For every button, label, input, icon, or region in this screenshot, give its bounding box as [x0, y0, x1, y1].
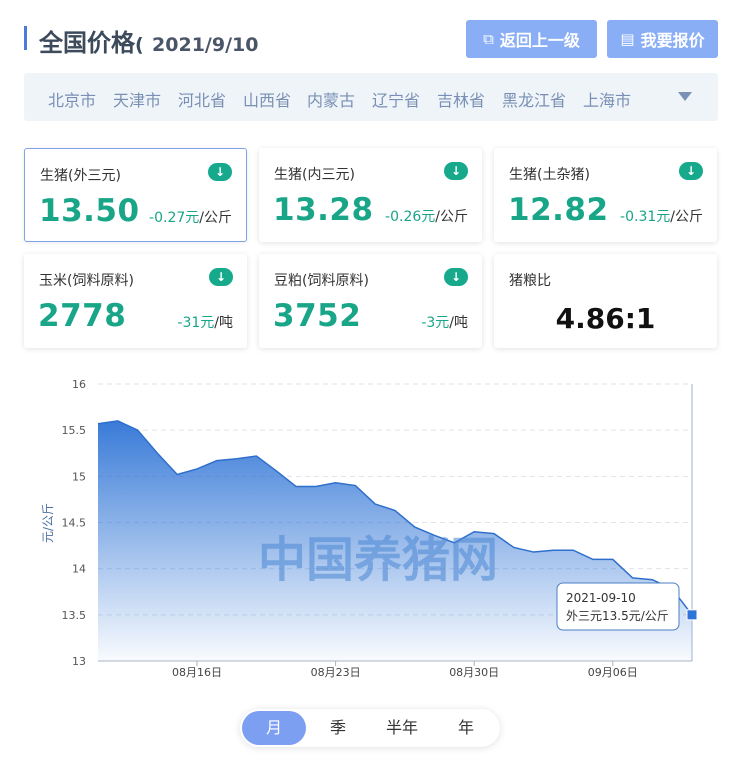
page-header: 全国价格( 2021/9/10 ⧉ 返回上一级 ▤ 我要报价 [24, 20, 718, 58]
card-name: 生猪(土杂猪) [509, 167, 590, 183]
card-change: -3元/吨 [421, 312, 468, 332]
region-item[interactable]: 上海市 [583, 87, 631, 111]
range-tab-halfyear[interactable]: 半年 [370, 711, 434, 745]
region-item[interactable]: 辽宁省 [372, 87, 420, 111]
card-value: 13.50 [39, 193, 140, 229]
arrow-down-icon: ↓ [444, 268, 468, 286]
y-tick-label: 15.5 [62, 424, 87, 437]
region-item[interactable]: 吉林省 [437, 87, 485, 111]
quote-button-label: 我要报价 [640, 31, 705, 50]
card-change: -0.31元/公斤 [620, 206, 703, 226]
region-item[interactable]: 山西省 [243, 87, 291, 111]
quote-button[interactable]: ▤ 我要报价 [607, 20, 718, 58]
data-point-marker [686, 609, 698, 621]
card-change: -31元/吨 [177, 312, 233, 332]
card-name: 生猪(外三元) [40, 168, 121, 184]
change-amount: -31元 [177, 315, 215, 331]
back-button-label: 返回上一级 [499, 31, 580, 50]
y-axis-label: 元/公斤 [41, 503, 55, 543]
chevron-down-icon[interactable] [678, 92, 692, 101]
region-item[interactable]: 天津市 [113, 87, 161, 111]
range-tabs: 月 季 半年 年 [240, 709, 500, 747]
x-tick-label: 08月30日 [449, 666, 499, 679]
title-accent-bar [24, 26, 27, 50]
title-date: 2021/9/10 [152, 34, 259, 56]
region-item[interactable]: 内蒙古 [307, 87, 355, 111]
change-unit: /公斤 [670, 209, 703, 225]
card-change: -0.27元/公斤 [149, 207, 232, 227]
change-unit: /公斤 [435, 209, 468, 225]
card-name: 猪粮比 [509, 273, 551, 289]
x-tick-label: 08月23日 [311, 666, 361, 679]
price-card-corn[interactable]: 玉米(饲料原料) ↓ 2778 -31元/吨 [24, 254, 247, 348]
page-title: 全国价格( 2021/9/10 [39, 23, 258, 58]
change-amount: -0.31元 [620, 209, 671, 225]
card-value: 13.28 [273, 192, 374, 228]
y-tick-label: 13.5 [62, 609, 87, 622]
y-tick-label: 16 [72, 378, 86, 391]
y-tick-label: 14.5 [62, 517, 87, 530]
region-item[interactable]: 河北省 [178, 87, 226, 111]
document-icon: ▤ [620, 30, 635, 48]
card-value: 2778 [38, 298, 127, 334]
price-card-pig-inner[interactable]: 生猪(内三元) ↓ 13.28 -0.26元/公斤 [259, 148, 482, 242]
change-unit: /吨 [214, 315, 233, 331]
external-link-icon: ⧉ [483, 30, 494, 48]
price-card-soymeal[interactable]: 豆粕(饲料原料) ↓ 3752 -3元/吨 [259, 254, 482, 348]
card-value: 12.82 [508, 192, 609, 228]
region-item[interactable]: 黑龙江省 [502, 87, 566, 111]
arrow-down-icon: ↓ [444, 162, 468, 180]
price-card-pig-grain-ratio: 猪粮比 4.86:1 [494, 254, 717, 348]
arrow-down-icon: ↓ [679, 162, 703, 180]
change-unit: /吨 [449, 315, 468, 331]
range-tab-month[interactable]: 月 [242, 711, 306, 745]
y-tick-label: 14 [72, 563, 86, 576]
title-paren: ( [135, 34, 144, 56]
tooltip-date: 2021-09-10 [566, 591, 636, 605]
title-text: 全国价格 [39, 29, 135, 57]
range-tab-year[interactable]: 年 [434, 711, 498, 745]
region-nav: 北京市 天津市 河北省 山西省 内蒙古 辽宁省 吉林省 黑龙江省 上海市 [24, 73, 718, 121]
price-trend-chart[interactable]: 中国养猪网 13 13.5 14 14.5 15 15.5 16 元/公斤 08月16日 08月2… [0, 370, 740, 690]
change-amount: -3元 [421, 315, 450, 331]
change-amount: -0.27元 [149, 210, 200, 226]
range-tab-quarter[interactable]: 季 [306, 711, 370, 745]
card-name: 生猪(内三元) [274, 167, 355, 183]
x-tick-label: 08月16日 [172, 666, 222, 679]
tooltip-value: 外三元13.5元/公斤 [566, 609, 669, 623]
card-name: 豆粕(饲料原料) [274, 273, 369, 289]
x-tick-label: 09月06日 [588, 666, 638, 679]
price-card-pig-local[interactable]: 生猪(土杂猪) ↓ 12.82 -0.31元/公斤 [494, 148, 717, 242]
price-card-pig-outer[interactable]: 生猪(外三元) ↓ 13.50 -0.27元/公斤 [24, 148, 247, 242]
y-tick-label: 13 [72, 655, 86, 668]
card-change: -0.26元/公斤 [385, 206, 468, 226]
arrow-down-icon: ↓ [209, 268, 233, 286]
arrow-down-icon: ↓ [208, 163, 232, 181]
watermark-text: 中国养猪网 [258, 532, 498, 588]
y-tick-label: 15 [72, 470, 86, 483]
ratio-value: 4.86:1 [555, 302, 656, 335]
change-unit: /公斤 [199, 210, 232, 226]
back-button[interactable]: ⧉ 返回上一级 [466, 20, 597, 58]
region-item[interactable]: 北京市 [48, 87, 96, 111]
card-value: 3752 [273, 298, 362, 334]
card-name: 玉米(饲料原料) [39, 273, 134, 289]
change-amount: -0.26元 [385, 209, 436, 225]
